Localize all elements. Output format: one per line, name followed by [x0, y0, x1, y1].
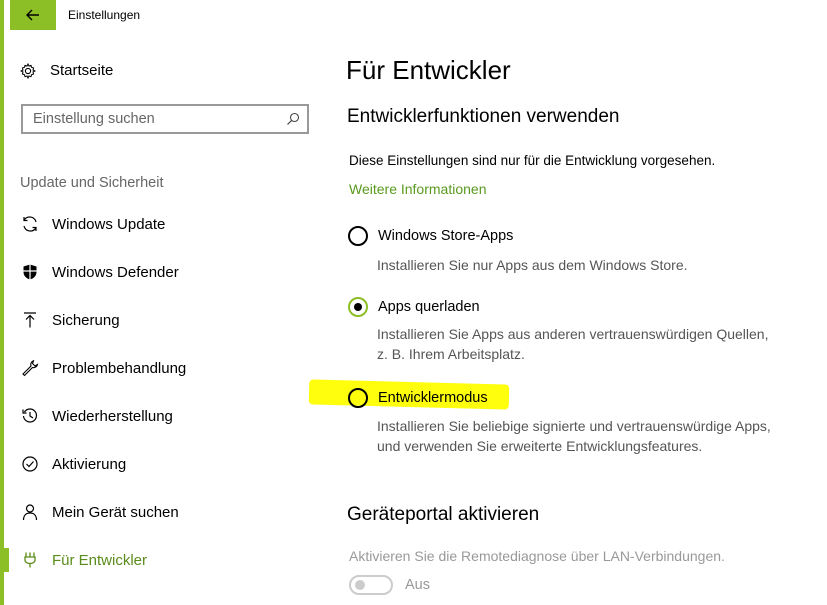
- sidebar-item-aktivierung[interactable]: Aktivierung: [4, 440, 324, 488]
- radio-label: Windows Store-Apps: [378, 228, 514, 244]
- sidebar-item-label: Windows Update: [52, 215, 166, 233]
- radio-button[interactable]: [348, 297, 368, 317]
- sidebar-item-mein-geraet-suchen[interactable]: Mein Gerät suchen: [4, 488, 324, 536]
- radio-button[interactable]: [348, 388, 368, 408]
- radio-button[interactable]: [348, 226, 368, 246]
- title-bar: Einstellungen: [4, 0, 827, 30]
- shield-icon: [20, 262, 40, 282]
- dev-section-description: Diese Einstellungen sind nur für die Ent…: [349, 153, 716, 168]
- history-icon: [20, 406, 40, 426]
- radio-description: Installieren Sie Apps aus anderen vertra…: [377, 324, 768, 364]
- sidebar-item-problembehandlung[interactable]: Problembehandlung: [4, 344, 324, 392]
- portal-section-heading: Geräteportal aktivieren: [347, 504, 540, 525]
- back-arrow-icon: [26, 9, 39, 21]
- sidebar-section-label: Update und Sicherheit: [20, 175, 164, 191]
- toggle-state-label: Aus: [405, 577, 430, 593]
- search-icon[interactable]: [286, 112, 300, 126]
- sidebar-home-label: Startseite: [50, 62, 114, 79]
- radio-entwicklermodus[interactable]: Entwicklermodus: [348, 388, 488, 408]
- check-circle-icon: [20, 454, 40, 474]
- sidebar-item-windows-defender[interactable]: Windows Defender: [4, 248, 324, 296]
- device-portal-toggle-row[interactable]: Aus: [349, 575, 430, 595]
- back-button[interactable]: [10, 0, 56, 30]
- page-title: Für Entwickler: [346, 55, 511, 85]
- radio-label: Apps querladen: [378, 299, 480, 315]
- upload-icon: [20, 310, 40, 330]
- radio-description: Installieren Sie nur Apps aus dem Window…: [377, 255, 688, 275]
- gear-icon: [20, 62, 36, 79]
- sidebar-item-sicherung[interactable]: Sicherung: [4, 296, 324, 344]
- sidebar-item-windows-update[interactable]: Windows Update: [4, 200, 324, 248]
- sidebar-item-label: Problembehandlung: [52, 359, 187, 377]
- radio-selected-dot: [354, 303, 362, 311]
- device-portal-toggle[interactable]: [349, 575, 393, 595]
- toggle-knob: [355, 580, 365, 590]
- sidebar-item-label: Mein Gerät suchen: [52, 503, 179, 521]
- radio-description: Installieren Sie beliebige signierte und…: [377, 416, 771, 456]
- radio-description-line: Installieren Sie Apps aus anderen vertra…: [377, 326, 769, 342]
- wrench-icon: [20, 358, 40, 378]
- main-content: Für Entwickler Entwicklerfunktionen verw…: [308, 30, 816, 605]
- sidebar-item-fuer-entwickler[interactable]: Für Entwickler: [4, 536, 324, 584]
- radio-description-line: z. B. Ihrem Arbeitsplatz.: [377, 346, 525, 362]
- radio-apps-querladen[interactable]: Apps querladen: [348, 297, 480, 317]
- settings-search-input[interactable]: [23, 106, 273, 132]
- radio-windows-store-apps[interactable]: Windows Store-Apps: [348, 226, 513, 246]
- portal-section-description: Aktivieren Sie die Remotediagnose über L…: [349, 548, 725, 564]
- sidebar: Startseite Update und Sicherheit Windows…: [4, 30, 324, 605]
- person-icon: [20, 502, 40, 522]
- radio-description-line: und verwenden Sie erweiterte Entwicklung…: [377, 438, 703, 454]
- sidebar-item-label: Wiederherstellung: [52, 407, 173, 425]
- refresh-icon: [20, 214, 40, 234]
- sidebar-item-wiederherstellung[interactable]: Wiederherstellung: [4, 392, 324, 440]
- more-info-link[interactable]: Weitere Informationen: [349, 181, 486, 197]
- radio-description-line: Installieren Sie nur Apps aus dem Window…: [377, 257, 688, 273]
- sidebar-item-label: Für Entwickler: [52, 551, 148, 569]
- developer-icon: [20, 550, 40, 570]
- settings-search-box[interactable]: [21, 104, 309, 134]
- sidebar-item-label: Sicherung: [52, 311, 120, 329]
- sidebar-item-label: Aktivierung: [52, 455, 127, 473]
- sidebar-nav: Windows Update Windows Defender Sicherun…: [4, 200, 324, 584]
- window-title: Einstellungen: [68, 8, 141, 22]
- radio-label: Entwicklermodus: [378, 390, 488, 406]
- radio-description-line: Installieren Sie beliebige signierte und…: [377, 418, 771, 434]
- sidebar-item-label: Windows Defender: [52, 263, 179, 281]
- sidebar-home-link[interactable]: Startseite: [20, 62, 113, 79]
- dev-section-heading: Entwicklerfunktionen verwenden: [347, 106, 620, 127]
